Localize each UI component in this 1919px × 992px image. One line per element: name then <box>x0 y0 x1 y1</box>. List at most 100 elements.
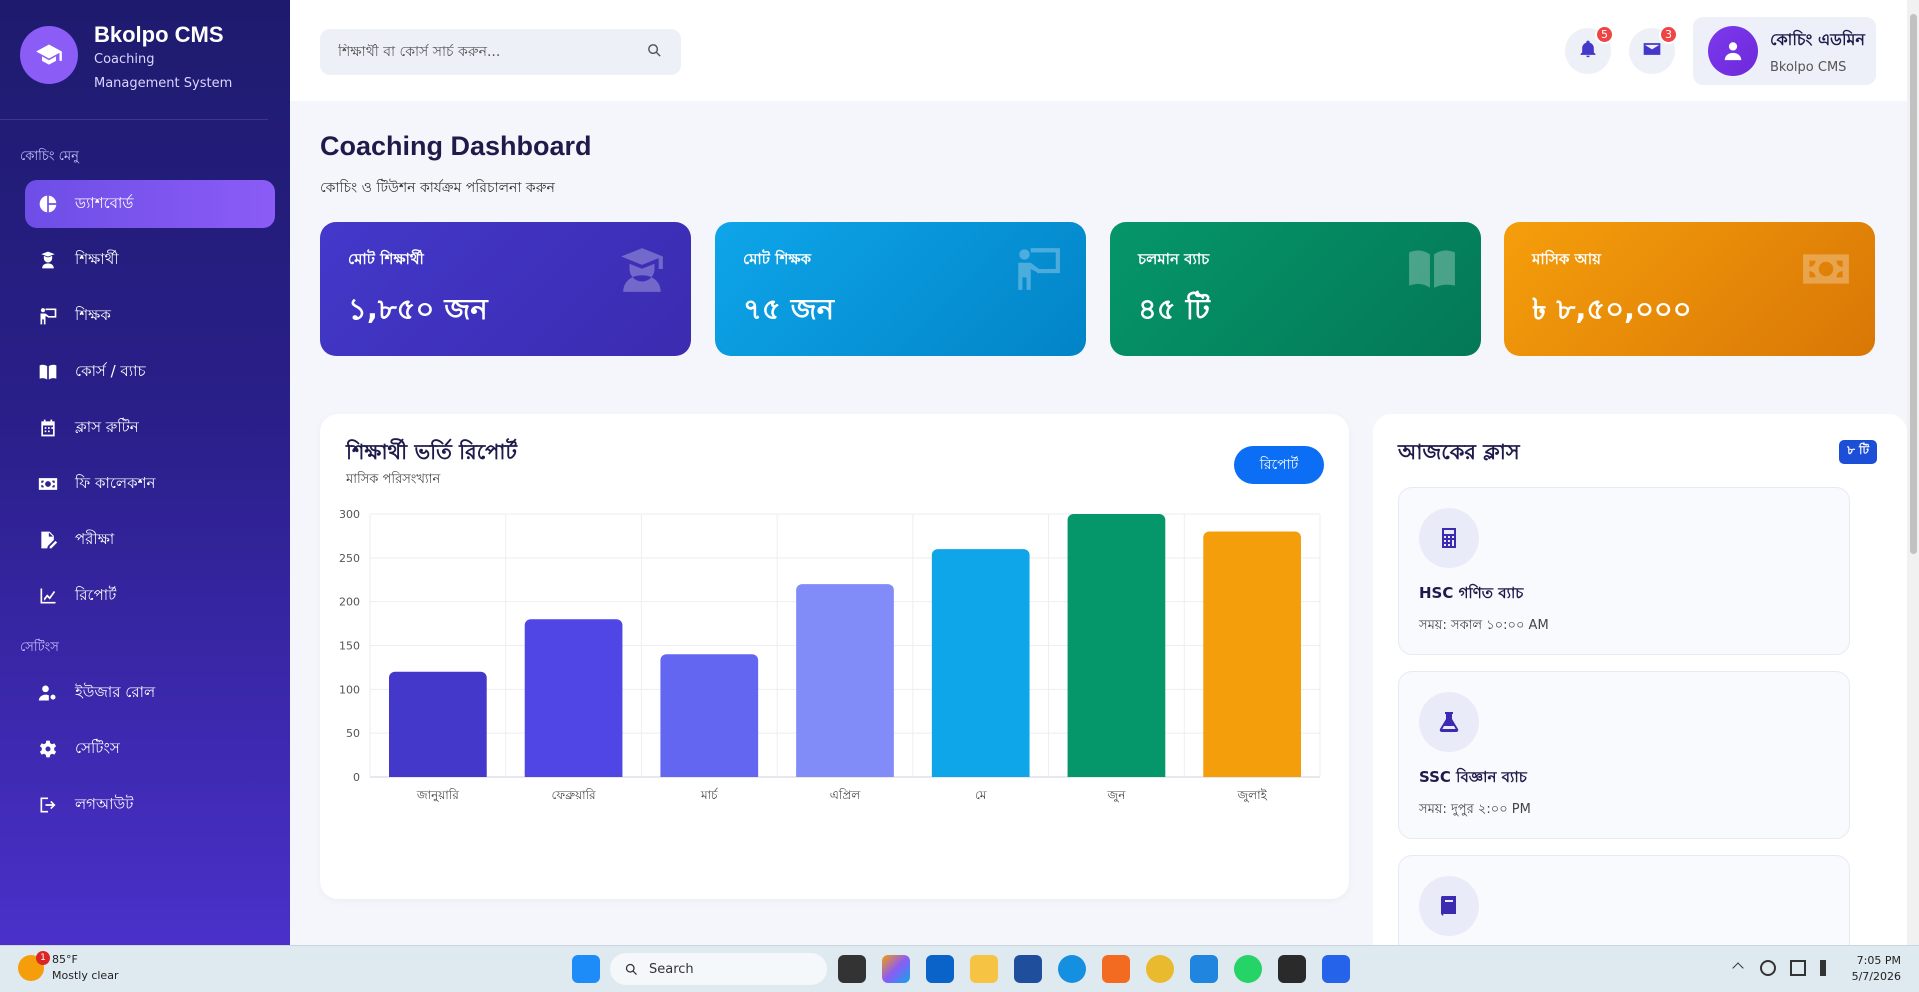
notifications-button[interactable]: 5 <box>1565 25 1614 74</box>
envelope-icon <box>1642 39 1662 63</box>
page-scrollbar[interactable] <box>1907 0 1919 945</box>
task-view-icon[interactable] <box>838 955 866 983</box>
clock-time: 7:05 PM <box>1856 954 1901 967</box>
sidebar-item-logout[interactable]: লগআউট <box>25 781 275 829</box>
enrollment-bar-chart: 0 50 100 150 200 250 300 জানুয়ারি ফেব্রুয়ারি মা… <box>339 508 1321 803</box>
stat-label: মোট শিক্ষক <box>743 250 811 268</box>
chevron-up-icon[interactable] <box>1732 962 1744 974</box>
vscode-icon[interactable] <box>1190 955 1218 983</box>
sidebar-item-teachers[interactable]: শিক্ষক <box>25 292 275 340</box>
sidebar-item-fees[interactable]: ফি কালেকশন <box>25 460 275 508</box>
bar-base <box>524 771 623 777</box>
stat-card-income: মাসিক আয় ৳ ৮,৫০,০০০ <box>1504 222 1875 356</box>
search-icon[interactable] <box>646 42 663 63</box>
messages-button[interactable]: 3 <box>1629 25 1678 74</box>
graduation-cap-icon <box>20 26 78 84</box>
weather-desc: Mostly clear <box>52 969 119 982</box>
weather-badge: 1 <box>36 951 50 965</box>
sidebar-item-report[interactable]: রিপোর্ট <box>25 572 275 620</box>
outlook-icon[interactable] <box>926 955 954 983</box>
page-title: Coaching Dashboard <box>320 131 592 161</box>
x-tick-label: মার্চ <box>700 788 719 802</box>
taskbar-search[interactable]: Search <box>610 953 827 985</box>
taskbar-search-label: Search <box>649 961 694 977</box>
chrome-icon[interactable] <box>1146 955 1174 983</box>
search-input[interactable] <box>338 44 646 60</box>
windows-start-icon[interactable] <box>572 955 600 983</box>
stat-value: ৳ ৮,৫০,০০০ <box>1532 292 1692 326</box>
teacher-icon <box>1012 244 1062 294</box>
stat-value: ৪৫ টি <box>1138 292 1210 326</box>
stat-label: চলমান ব্যাচ <box>1138 250 1210 268</box>
x-tick-label: জানুয়ারি <box>416 788 459 803</box>
y-tick-label: 300 <box>339 508 360 521</box>
search-icon <box>625 963 637 975</box>
notepad-icon[interactable] <box>1322 955 1350 983</box>
class-item[interactable]: HSC গণিত ব্যাচ সময়: সকাল ১০:০০ AM <box>1398 487 1850 655</box>
sun-icon: 1 <box>18 951 50 981</box>
student-icon <box>617 244 667 294</box>
xampp-icon[interactable] <box>1102 955 1130 983</box>
class-item[interactable]: SSC বিজ্ঞান ব্যাচ সময়: দুপুর ২:০০ PM <box>1398 671 1850 839</box>
line-chart-icon <box>37 585 59 607</box>
copilot-icon[interactable] <box>882 955 910 983</box>
y-tick-label: 150 <box>339 640 360 653</box>
sidebar-item-routine[interactable]: ক্লাস রুটিন <box>25 404 275 452</box>
file-explorer-icon[interactable] <box>970 955 998 983</box>
book-icon <box>1407 244 1457 294</box>
user-gear-icon <box>37 682 59 704</box>
brand-title: Bkolpo CMS <box>94 22 224 47</box>
bar-base <box>1067 771 1166 777</box>
weather-widget[interactable]: 1 85°F Mostly clear <box>18 951 119 984</box>
sidebar-item-user-role[interactable]: ইউজার রোল <box>25 669 275 717</box>
enrollment-chart-card: শিক্ষার্থী ভর্তি রিপোর্ট মাসিক পরিসংখ্যা… <box>320 414 1349 899</box>
notification-count-badge: 5 <box>1595 25 1614 44</box>
whatsapp-icon[interactable] <box>1234 955 1262 983</box>
stat-label: মোট শিক্ষার্থী <box>348 250 424 268</box>
scroll-thumb[interactable] <box>1910 14 1917 554</box>
brand: Bkolpo CMS Coaching Management System <box>0 0 268 120</box>
sidebar-item-settings[interactable]: সেটিংস <box>25 725 275 773</box>
sidebar-item-label: সেটিংস <box>75 738 120 757</box>
bar <box>1067 514 1166 777</box>
x-tick-label: ফেব্রুয়ারি <box>551 788 596 802</box>
flask-icon <box>1419 692 1479 752</box>
logout-icon <box>37 794 59 816</box>
bar-base <box>1203 771 1301 777</box>
sidebar-item-label: কোর্স / ব্যাচ <box>75 361 146 380</box>
clock[interactable]: 7:05 PM 5/7/2026 <box>1852 953 1901 985</box>
page-subtitle: কোচিং ও টিউশন কার্যক্রম পরিচালনা করুন <box>320 180 555 196</box>
cloud-off-icon[interactable] <box>1760 960 1776 976</box>
sidebar-item-label: ড্যাশবোর্ড <box>75 193 134 212</box>
clock-date: 5/7/2026 <box>1851 970 1901 983</box>
volume-icon[interactable] <box>1820 960 1836 976</box>
bar-base <box>796 771 894 777</box>
network-icon[interactable] <box>1790 960 1806 976</box>
bell-icon <box>1578 39 1598 63</box>
stat-card-batches: চলমান ব্যাচ ৪৫ টি <box>1110 222 1481 356</box>
sidebar-item-label: পরীক্ষা <box>75 529 115 548</box>
terminal-icon[interactable] <box>1278 955 1306 983</box>
y-tick-label: 50 <box>346 727 360 740</box>
sidebar-item-label: শিক্ষার্থী <box>75 249 119 268</box>
class-time: সময়: সকাল ১০:০০ AM <box>1419 618 1549 633</box>
sidebar-item-students[interactable]: শিক্ষার্থী <box>25 236 275 284</box>
bar <box>796 584 894 777</box>
sidebar-item-courses[interactable]: কোর্স / ব্যাচ <box>25 348 275 396</box>
message-count-badge: 3 <box>1659 25 1678 44</box>
avatar <box>1708 26 1758 76</box>
edge-icon[interactable] <box>1058 955 1086 983</box>
store-icon[interactable] <box>1014 955 1042 983</box>
y-tick-label: 200 <box>339 596 360 609</box>
windows-taskbar: 1 85°F Mostly clear Search 7:05 PM 5/7/2… <box>0 945 1919 992</box>
sidebar-item-exam[interactable]: পরীক্ষা <box>25 516 275 564</box>
sidebar-item-dashboard[interactable]: ড্যাশবোর্ড <box>25 180 275 228</box>
search-box[interactable] <box>320 29 681 75</box>
class-name: SSC বিজ্ঞান ব্যাচ <box>1419 768 1527 786</box>
calculator-icon <box>1419 508 1479 568</box>
class-item[interactable] <box>1398 855 1850 945</box>
bar <box>389 671 487 777</box>
user-profile[interactable]: কোচিং এডমিন Bkolpo CMS <box>1693 17 1876 85</box>
calendar-icon <box>37 417 59 439</box>
bar <box>660 654 759 777</box>
